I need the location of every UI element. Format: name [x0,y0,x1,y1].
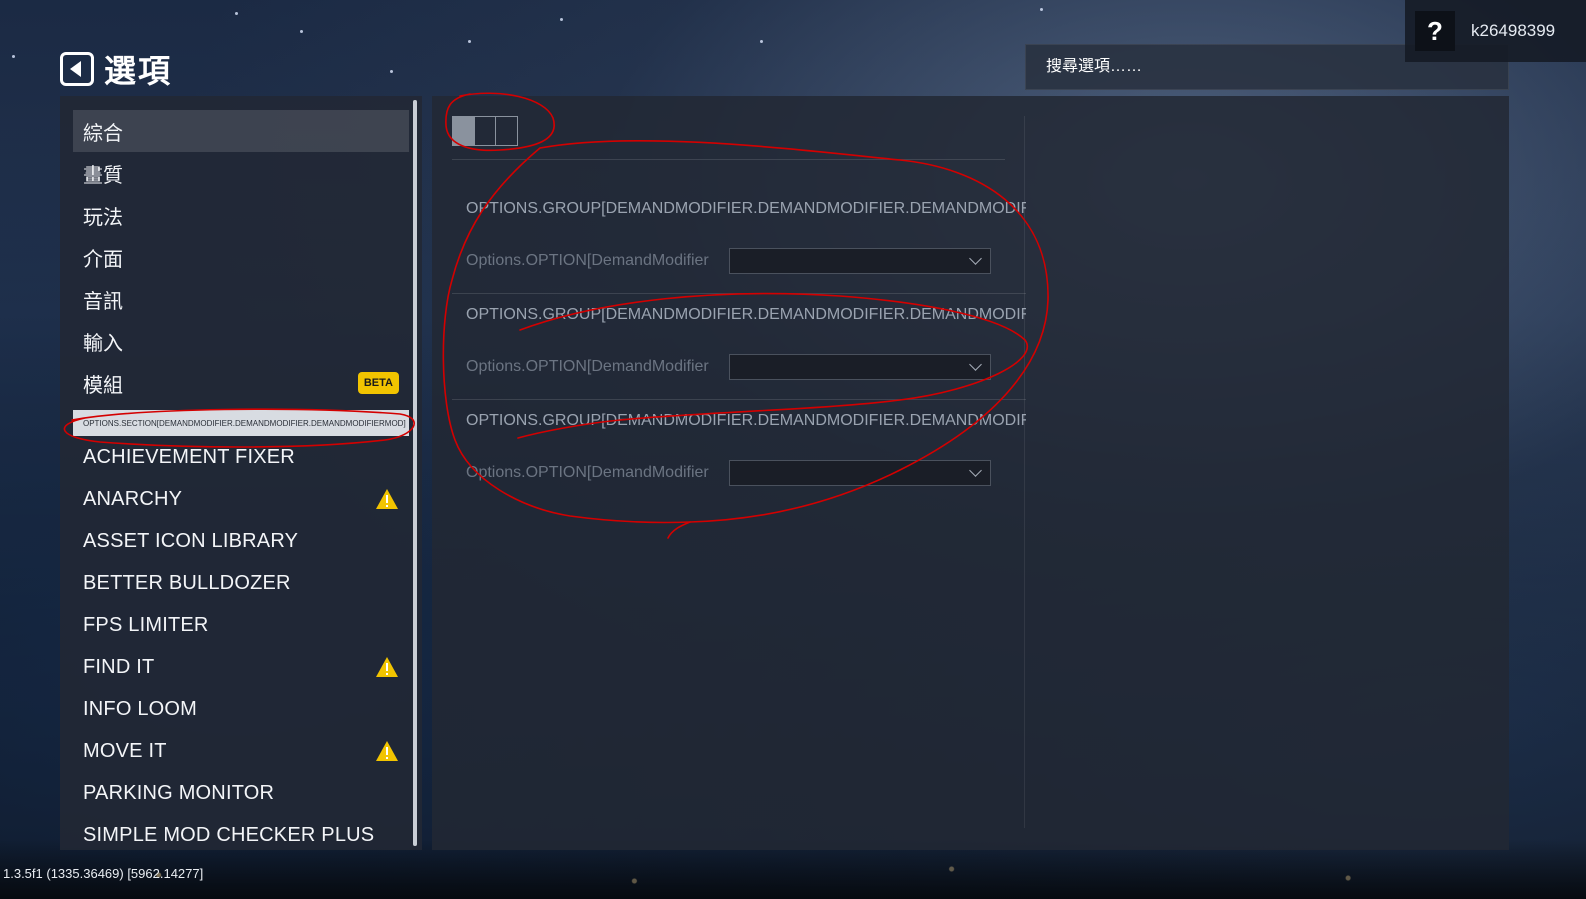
tab-divider [452,159,1005,160]
sidebar-item-input[interactable]: 輸入 [73,320,409,362]
sidebar: 綜合 畫質 玩法 介面 音訊 輸入 模組 BETA OPTIONS.SECTIO… [60,96,422,850]
sidebar-item-label: PARKING MONITOR [83,781,275,804]
option-groups: OPTIONS.GROUP[DEMANDMODIFIER.DEMANDMODIF… [452,188,1026,506]
sidebar-item-gameplay[interactable]: 玩法 [73,194,409,236]
sidebar-item-better-bulldozer[interactable]: BETTER BULLDOZER [73,562,409,604]
sidebar-item-mods[interactable]: 模組 BETA [73,362,409,404]
sidebar-item-label: FIND IT [83,655,155,678]
option-label: Options.OPTION[DemandModifier [466,358,709,375]
sidebar-item-label: 音訊 [83,290,123,313]
warning-icon [376,489,398,509]
mod-section-header[interactable]: OPTIONS.SECTION[DEMANDMODIFIER.DEMANDMOD… [73,410,409,436]
warning-icon [376,741,398,761]
tab-1[interactable] [453,117,475,145]
sidebar-item-label: 介面 [83,248,123,271]
option-group: OPTIONS.GROUP[DEMANDMODIFIER.DEMANDMODIF… [452,294,1026,400]
sidebar-item-label: SIMPLE MOD CHECKER PLUS [83,823,375,846]
chevron-down-icon [969,464,982,477]
page-title: 選項 [104,53,173,89]
username[interactable]: k26498399 [1471,21,1555,41]
sidebar-item-simple-mod-checker-plus[interactable]: SIMPLE MOD CHECKER PLUS [73,814,409,850]
sidebar-item-label: 綜合 [83,122,123,145]
scrollbar-thumb[interactable] [413,100,417,846]
warning-icon [376,657,398,677]
page-header: 選項 [60,46,172,92]
sidebar-item-label: 輸入 [83,332,123,355]
group-title: OPTIONS.GROUP[DEMANDMODIFIER.DEMANDMODIF… [466,412,1026,429]
sidebar-item-audio[interactable]: 音訊 [73,278,409,320]
tab-strip [452,116,518,146]
option-group: OPTIONS.GROUP[DEMANDMODIFIER.DEMANDMODIF… [452,188,1026,294]
sidebar-item-info-loom[interactable]: INFO LOOM [73,688,409,730]
sidebar-item-label: BETTER BULLDOZER [83,571,291,594]
sidebar-item-asset-icon-library[interactable]: ASSET ICON LIBRARY [73,520,409,562]
sidebar-item-label: ASSET ICON LIBRARY [83,529,299,552]
sidebar-item-fps-limiter[interactable]: FPS LIMITER [73,604,409,646]
sidebar-item-find-it[interactable]: FIND IT [73,646,409,688]
chevron-down-icon [969,252,982,265]
user-box: ? k26498399 [1405,0,1586,62]
help-button[interactable]: ? [1415,11,1455,51]
panel-divider [1024,116,1025,828]
sidebar-item-label: INFO LOOM [83,697,198,720]
option-dropdown[interactable] [729,248,991,274]
tab-3[interactable] [496,117,517,145]
sidebar-scrollbar[interactable] [413,100,417,846]
back-button[interactable] [60,52,94,86]
sidebar-item-move-it[interactable]: MOVE IT [73,730,409,772]
sidebar-item-achievement-fixer[interactable]: ACHIEVEMENT FIXER [73,436,409,478]
sidebar-item-label: ACHIEVEMENT FIXER [83,445,295,468]
sidebar-item-anarchy[interactable]: ANARCHY [73,478,409,520]
sidebar-nav: 綜合 畫質 玩法 介面 音訊 輸入 模組 BETA OPTIONS.SECTIO… [73,110,409,850]
version-label: 1.3.5f1 (1335.36469) [5962.14277] [3,866,204,881]
option-label: Options.OPTION[DemandModifier [466,464,709,481]
sidebar-item-label: 玩法 [83,206,123,229]
group-title: OPTIONS.GROUP[DEMANDMODIFIER.DEMANDMODIF… [466,200,1026,217]
options-panel: OPTIONS.GROUP[DEMANDMODIFIER.DEMANDMODIF… [432,96,1509,850]
chevron-down-icon [969,358,982,371]
sidebar-item-graphics[interactable]: 畫質 [73,152,409,194]
group-title: OPTIONS.GROUP[DEMANDMODIFIER.DEMANDMODIF… [466,306,1026,323]
option-dropdown[interactable] [729,354,991,380]
option-dropdown[interactable] [729,460,991,486]
sidebar-item-label: 模組 [83,374,123,397]
option-group: OPTIONS.GROUP[DEMANDMODIFIER.DEMANDMODIF… [452,400,1026,506]
tab-2[interactable] [475,117,497,145]
option-label: Options.OPTION[DemandModifier [466,252,709,269]
sidebar-item-label: 畫質 [83,164,123,187]
sidebar-item-parking-monitor[interactable]: PARKING MONITOR [73,772,409,814]
sidebar-item-interface[interactable]: 介面 [73,236,409,278]
beta-badge: BETA [357,372,399,394]
sidebar-item-label: ANARCHY [83,487,183,510]
sidebar-item-label: MOVE IT [83,739,167,762]
sidebar-item-label: FPS LIMITER [83,613,209,636]
back-arrow-icon [70,61,81,77]
sidebar-item-general[interactable]: 綜合 [73,110,409,152]
